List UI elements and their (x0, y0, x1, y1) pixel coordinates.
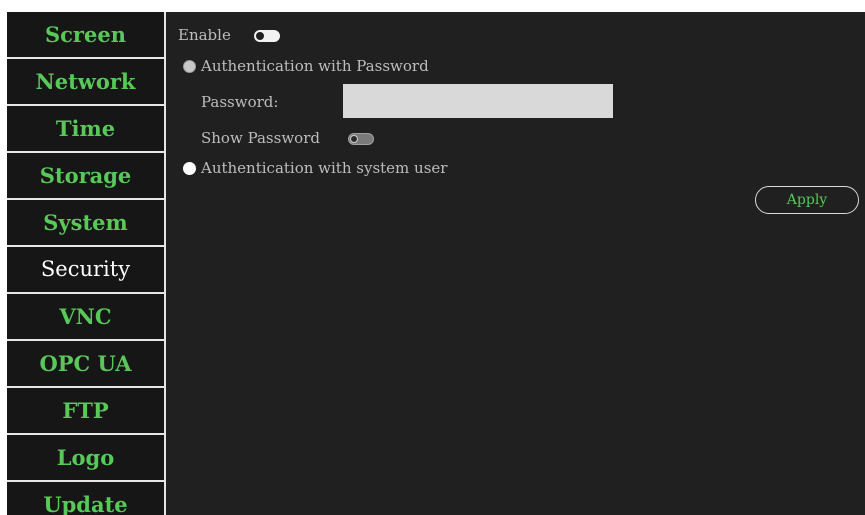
sidebar-item-update[interactable]: Update (7, 482, 164, 515)
show-password-label: Show Password (201, 129, 320, 147)
sidebar-item-label: OPC UA (39, 351, 132, 376)
sidebar-item-label: Security (40, 257, 131, 281)
toggle-knob (350, 135, 358, 143)
sidebar-item-label: Logo (56, 445, 115, 470)
sidebar-item-label: Screen (44, 22, 126, 47)
auth-system-user-label: Authentication with system user (201, 159, 448, 177)
sidebar-item-network[interactable]: Network (7, 59, 164, 106)
sidebar-item-time[interactable]: Time (7, 106, 164, 153)
sidebar-item-label: VNC (59, 304, 112, 329)
sidebar-item-opc-ua[interactable]: OPC UA (7, 341, 164, 388)
enable-label: Enable (178, 26, 231, 44)
sidebar-item-label: Time (55, 116, 116, 141)
sidebar-item-screen[interactable]: Screen (7, 12, 164, 59)
password-field[interactable] (343, 84, 613, 118)
sidebar-item-storage[interactable]: Storage (7, 153, 164, 200)
auth-system-user-radio[interactable] (183, 162, 196, 175)
sidebar: Screen Network Time Storage System Secur… (7, 12, 166, 515)
show-password-toggle[interactable] (348, 133, 374, 145)
sidebar-item-label: Network (35, 69, 136, 94)
toggle-knob (256, 32, 264, 40)
security-settings-panel: Enable Authentication with Password Pass… (166, 12, 865, 515)
sidebar-item-ftp[interactable]: FTP (7, 388, 164, 435)
auth-password-radio[interactable] (183, 60, 196, 73)
auth-password-label: Authentication with Password (201, 57, 429, 75)
settings-window: Screen Network Time Storage System Secur… (7, 12, 865, 515)
sidebar-item-label: Update (43, 492, 128, 515)
enable-toggle[interactable] (254, 30, 280, 42)
sidebar-item-label: FTP (62, 398, 109, 423)
sidebar-item-vnc[interactable]: VNC (7, 294, 164, 341)
sidebar-item-label: Storage (39, 163, 132, 188)
sidebar-item-label: System (43, 210, 128, 235)
apply-button[interactable]: Apply (755, 186, 859, 214)
sidebar-item-security[interactable]: Security (7, 247, 164, 294)
password-label: Password: (201, 93, 279, 111)
sidebar-item-system[interactable]: System (7, 200, 164, 247)
sidebar-item-logo[interactable]: Logo (7, 435, 164, 482)
